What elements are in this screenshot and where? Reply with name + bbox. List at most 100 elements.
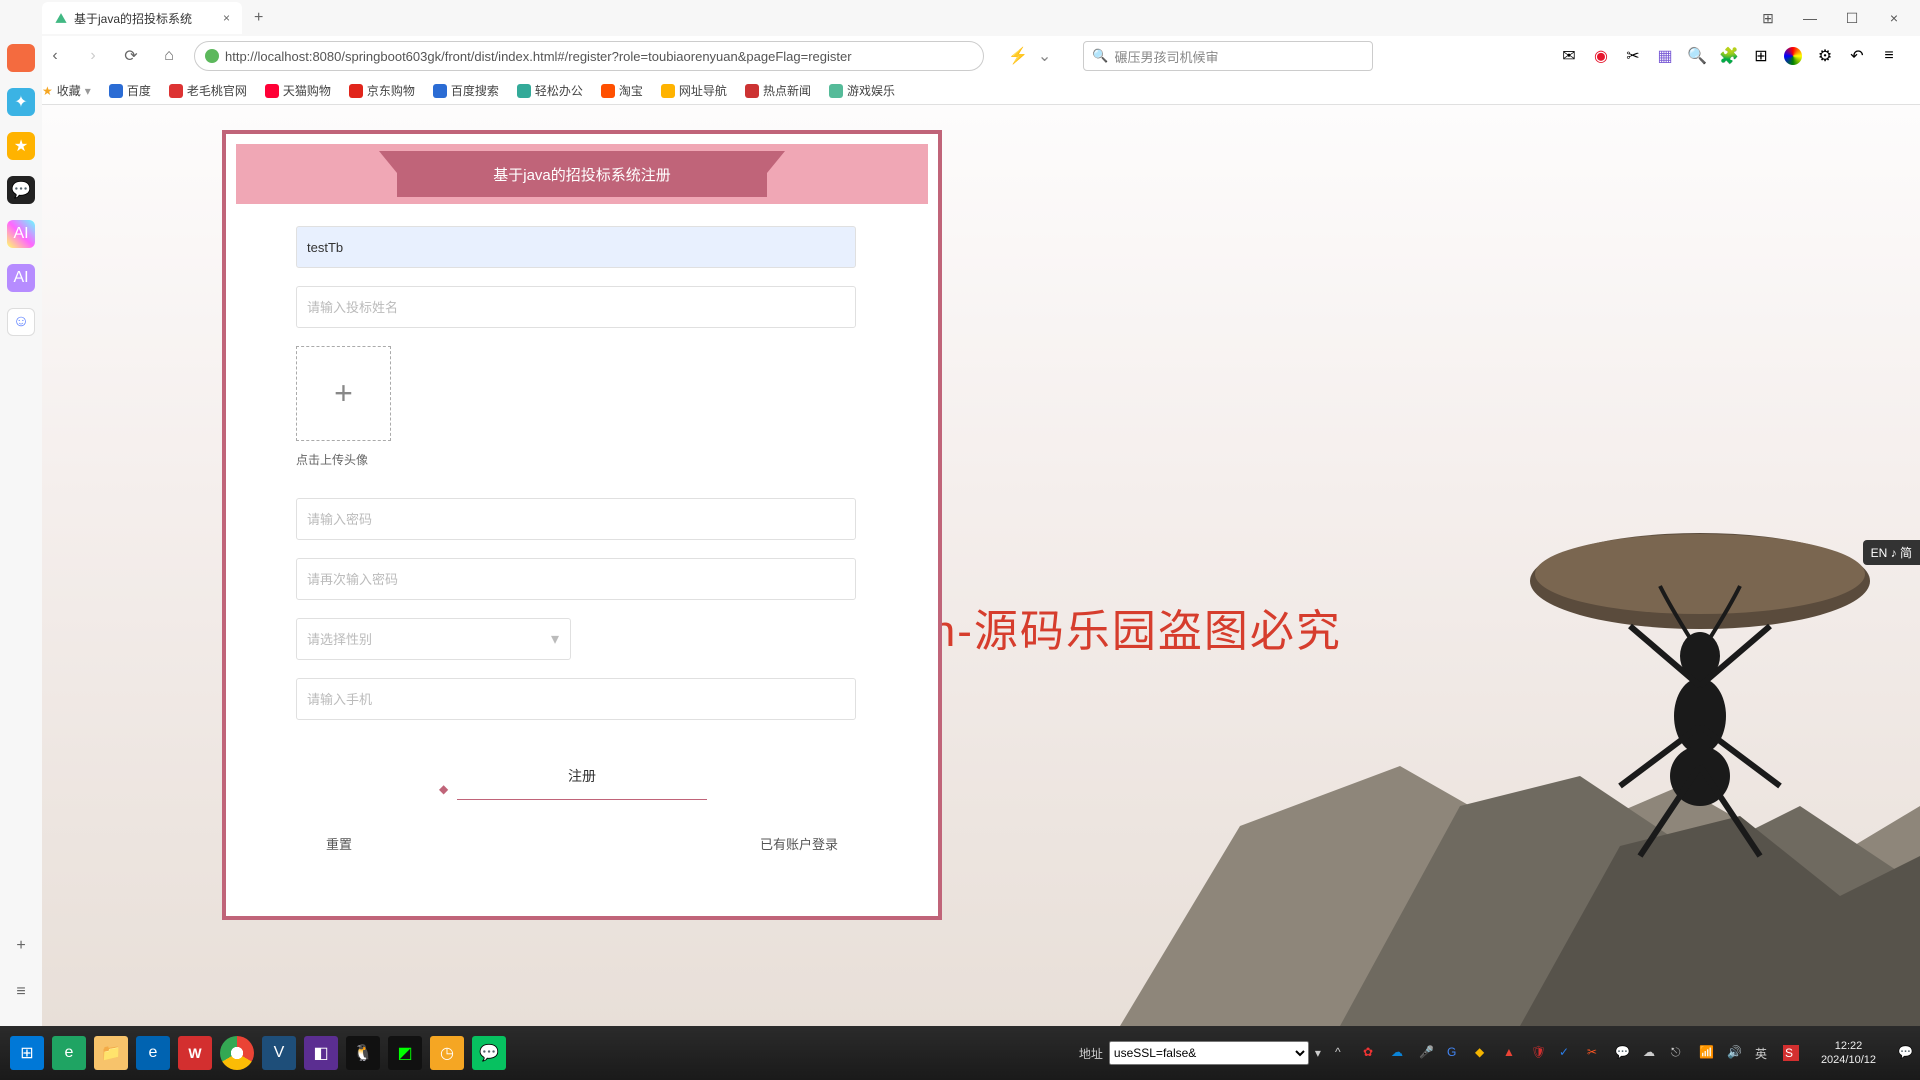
gender-select[interactable] bbox=[296, 618, 571, 660]
bookmark-games[interactable]: 游戏娱乐 bbox=[829, 82, 895, 99]
tray-volume-icon[interactable]: 🔊 bbox=[1727, 1045, 1743, 1061]
tray-ime-icon[interactable]: 英 bbox=[1755, 1045, 1771, 1061]
bookmark-office[interactable]: 轻松办公 bbox=[517, 82, 583, 99]
sidebar-login-icon[interactable] bbox=[7, 44, 35, 72]
favorites-label[interactable]: ★收藏▾ bbox=[42, 82, 91, 99]
flash-icon[interactable]: ⚡ bbox=[1008, 46, 1028, 66]
toolbar-icons: ✉ ◉ ✂ ▦ 🔍 🧩 ⊞ ⚙ ↶ ≡ bbox=[1560, 47, 1912, 65]
tray-cloud2-icon[interactable]: ☁ bbox=[1643, 1045, 1659, 1061]
weibo-icon[interactable]: ◉ bbox=[1592, 47, 1610, 65]
register-button[interactable]: 注册 bbox=[457, 758, 707, 794]
url-input[interactable]: http://localhost:8080/springboot603gk/fr… bbox=[194, 41, 984, 71]
tray-snip-icon[interactable]: ✂ bbox=[1587, 1045, 1603, 1061]
close-window-button[interactable]: × bbox=[1876, 4, 1912, 32]
bookmark-laomaotao[interactable]: 老毛桃官网 bbox=[169, 82, 247, 99]
reload-button[interactable]: ⟳ bbox=[118, 43, 144, 69]
background-illustration bbox=[920, 426, 1920, 1026]
maximize-button[interactable]: ☐ bbox=[1834, 4, 1870, 32]
tray-app4-icon[interactable]: S bbox=[1783, 1045, 1799, 1061]
sidebar-star-icon[interactable]: ★ bbox=[7, 132, 35, 160]
avatar-upload-label: 点击上传头像 bbox=[296, 451, 868, 468]
home-button[interactable]: ⌂ bbox=[156, 43, 182, 69]
page-viewport: code51. cn-源码乐园盗图必究 基于java的招投标系统注册 + 点击上… bbox=[42, 105, 1920, 1026]
taskbar-chrome-icon[interactable] bbox=[220, 1036, 254, 1070]
sidebar-list-icon[interactable]: ≡ bbox=[7, 978, 35, 1006]
tray-notifications-icon[interactable]: 💬 bbox=[1898, 1045, 1914, 1061]
db-dropdown-icon[interactable]: ▾ bbox=[1315, 1046, 1321, 1060]
tray-app3-icon[interactable]: ▲ bbox=[1503, 1045, 1519, 1061]
sidebar-add-icon[interactable]: + bbox=[7, 932, 35, 960]
start-button[interactable]: ⊞ bbox=[10, 1036, 44, 1070]
undo-icon[interactable]: ↶ bbox=[1848, 47, 1866, 65]
sidebar-chat-icon[interactable]: 💬 bbox=[7, 176, 35, 204]
db-connection-select[interactable]: useSSL=false& bbox=[1109, 1041, 1309, 1065]
tray-onedrive-icon[interactable]: ☁ bbox=[1391, 1045, 1407, 1061]
addr-right-icons: ⚡ ⌄ bbox=[1008, 46, 1051, 66]
taskbar-edge-icon[interactable]: e bbox=[136, 1036, 170, 1070]
avatar-upload[interactable]: + bbox=[296, 346, 391, 441]
taskbar-ide-icon[interactable]: ◧ bbox=[304, 1036, 338, 1070]
tray-app2-icon[interactable]: ◆ bbox=[1475, 1045, 1491, 1061]
taskbar-explorer-icon[interactable]: 📁 bbox=[94, 1036, 128, 1070]
taskbar-penguin-icon[interactable]: 🐧 bbox=[346, 1036, 380, 1070]
taskbar-wps-icon[interactable]: W bbox=[178, 1036, 212, 1070]
apps-icon[interactable]: ⊞ bbox=[1752, 47, 1770, 65]
tray-google-icon[interactable]: G bbox=[1447, 1045, 1463, 1061]
forward-button[interactable]: › bbox=[80, 43, 106, 69]
new-tab-button[interactable]: + bbox=[242, 9, 275, 27]
bookmark-taobao[interactable]: 淘宝 bbox=[601, 82, 643, 99]
bookmark-nav[interactable]: 网址导航 bbox=[661, 82, 727, 99]
phone-input[interactable] bbox=[296, 678, 856, 720]
username-input[interactable] bbox=[296, 226, 856, 268]
grid-purple-icon[interactable]: ▦ bbox=[1656, 47, 1674, 65]
language-badge[interactable]: EN ♪ 简 bbox=[1863, 540, 1920, 565]
name-input[interactable] bbox=[296, 286, 856, 328]
sidebar-app1-icon[interactable]: ✦ bbox=[7, 88, 35, 116]
clock-date: 2024/10/12 bbox=[1821, 1053, 1876, 1067]
search2-icon[interactable]: 🔍 bbox=[1688, 47, 1706, 65]
tray-bt-icon[interactable]: ⎋ bbox=[1671, 1045, 1687, 1061]
taskbar-browser-icon[interactable]: e bbox=[52, 1036, 86, 1070]
bookmark-jd[interactable]: 京东购物 bbox=[349, 82, 415, 99]
password-input[interactable] bbox=[296, 498, 856, 540]
mail-icon[interactable]: ✉ bbox=[1560, 47, 1578, 65]
sidebar-ai-icon[interactable]: AI bbox=[7, 220, 35, 248]
ext-icon[interactable]: ⊞ bbox=[1750, 4, 1786, 32]
bookmark-news[interactable]: 热点新闻 bbox=[745, 82, 811, 99]
close-tab-icon[interactable]: × bbox=[223, 11, 230, 25]
browser-tab[interactable]: 基于java的招投标系统 × bbox=[42, 2, 242, 34]
taskbar-vs-icon[interactable]: V bbox=[262, 1036, 296, 1070]
search-site-icon bbox=[433, 84, 447, 98]
puzzle-icon[interactable]: 🧩 bbox=[1720, 47, 1738, 65]
bookmark-tmall[interactable]: 天猫购物 bbox=[265, 82, 331, 99]
taskbar-clock[interactable]: 12:22 2024/10/12 bbox=[1811, 1039, 1886, 1068]
taskbar-pycharm-icon[interactable]: ◩ bbox=[388, 1036, 422, 1070]
reset-link[interactable]: 重置 bbox=[326, 834, 352, 853]
registration-card: 基于java的招投标系统注册 + 点击上传头像 注册 重置 已有账户登录 bbox=[222, 130, 942, 920]
password-confirm-input[interactable] bbox=[296, 558, 856, 600]
tray-chevron-up-icon[interactable]: ^ bbox=[1335, 1045, 1351, 1061]
tray-wifi-icon[interactable]: 📶 bbox=[1699, 1045, 1715, 1061]
tray-mic-icon[interactable]: 🎤 bbox=[1419, 1045, 1435, 1061]
color-circle-icon[interactable] bbox=[1784, 47, 1802, 65]
scissors-icon[interactable]: ✂ bbox=[1624, 47, 1642, 65]
browser-search-input[interactable]: 🔍 碾压男孩司机候审 bbox=[1083, 41, 1373, 71]
login-link[interactable]: 已有账户登录 bbox=[760, 834, 838, 853]
tray-shield-icon[interactable]: 🛡 bbox=[1531, 1045, 1547, 1061]
bookmark-baidu-search[interactable]: 百度搜索 bbox=[433, 82, 499, 99]
minimize-button[interactable]: — bbox=[1792, 4, 1828, 32]
taskbar-wechat-icon[interactable]: 💬 bbox=[472, 1036, 506, 1070]
back-button[interactable]: ‹ bbox=[42, 43, 68, 69]
sidebar-smile-icon[interactable]: ☺ bbox=[7, 308, 35, 336]
bookmark-baidu[interactable]: 百度 bbox=[109, 82, 151, 99]
tray-app1-icon[interactable]: ✿ bbox=[1363, 1045, 1379, 1061]
settings-icon[interactable]: ⚙ bbox=[1816, 47, 1834, 65]
tray-todo-icon[interactable]: ✓ bbox=[1559, 1045, 1575, 1061]
tray-wechat-icon[interactable]: 💬 bbox=[1615, 1045, 1631, 1061]
game-icon bbox=[829, 84, 843, 98]
browser-left-sidebar: ✦ ★ 💬 AI AI ☺ + ≡ bbox=[0, 36, 42, 1026]
dropdown-icon[interactable]: ⌄ bbox=[1038, 46, 1051, 66]
menu-icon[interactable]: ≡ bbox=[1880, 47, 1898, 65]
sidebar-ai2-icon[interactable]: AI bbox=[7, 264, 35, 292]
taskbar-clock-icon[interactable]: ◷ bbox=[430, 1036, 464, 1070]
